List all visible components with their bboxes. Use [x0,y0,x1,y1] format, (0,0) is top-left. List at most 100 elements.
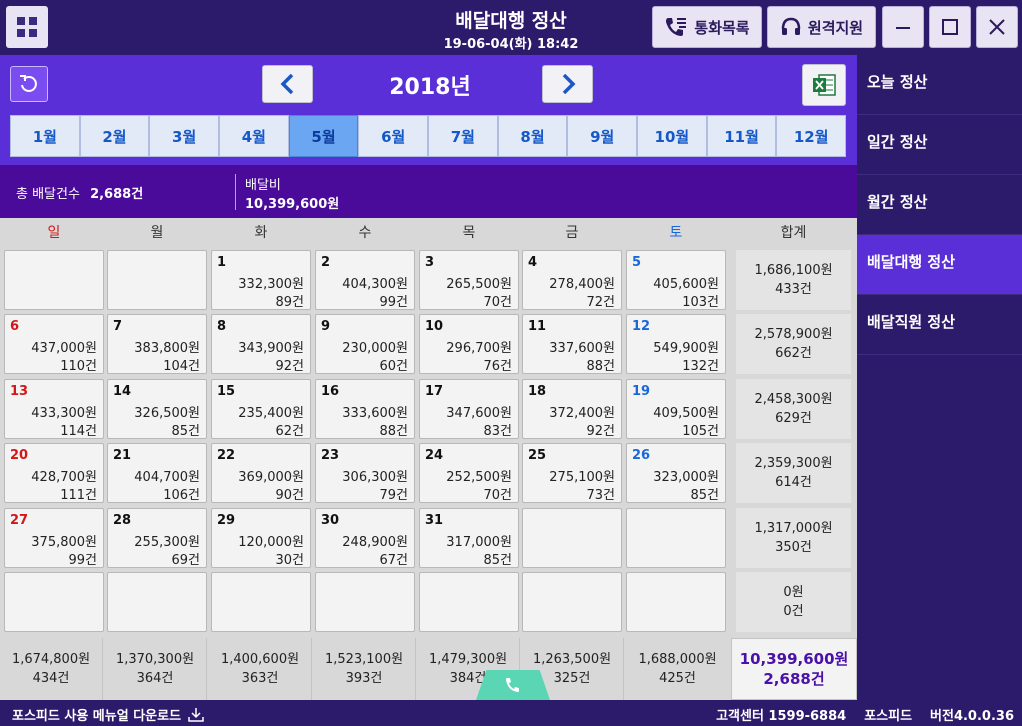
day-number: 18 [528,384,547,399]
total-deliveries: 총 배달건수 2,688건 [16,183,143,202]
calendar-empty-cell [626,508,726,568]
month-tab-1[interactable]: 1월 [10,115,80,157]
calendar-day-cell[interactable]: 19 409,500원 105건 [626,379,726,439]
weekday-header-3: 수 [358,225,372,241]
calendar-day-cell[interactable]: 27 375,800원 99건 [4,508,104,568]
calendar-day-cell[interactable]: 6 437,000원 110건 [4,314,104,374]
calendar-empty-cell [211,572,311,632]
calendar-day-cell[interactable]: 22 369,000원 90건 [211,443,311,503]
calendar-empty-cell [107,250,207,310]
calendar-day-cell[interactable]: 30 248,900원 67건 [315,508,415,568]
month-tab-3[interactable]: 3월 [149,115,220,157]
calendar-day-cell[interactable]: 9 230,000원 60건 [315,314,415,374]
prev-year-button[interactable] [262,65,313,103]
calendar-day-cell[interactable]: 17 347,600원 83건 [419,379,519,439]
calendar-day-cell[interactable]: 20 428,700원 111건 [4,443,104,503]
sidebar-item-daily[interactable]: 일간 정산 [857,115,1022,175]
next-year-button[interactable] [542,65,593,103]
sidebar-item-monthly[interactable]: 월간 정산 [857,175,1022,235]
week-total-amount: 2,359,300원 [754,456,833,471]
calendar-day-cell[interactable]: 26 323,000원 85건 [626,443,726,503]
month-tab-9[interactable]: 9월 [567,115,638,157]
close-button[interactable] [976,6,1018,48]
weekday-header-6: 토 [669,225,683,241]
summary-bar: 총 배달건수 2,688건 배달비 10,399,600원 [0,165,857,218]
phone-list-icon [666,18,687,36]
day-count: 73건 [586,488,615,503]
calendar-day-cell[interactable]: 16 333,600원 88건 [315,379,415,439]
calendar-day-cell[interactable]: 5 405,600원 103건 [626,250,726,310]
day-count: 88건 [586,359,615,374]
weekday-total-count: 425건 [659,671,696,686]
calendar-day-cell[interactable]: 10 296,700원 76건 [419,314,519,374]
weekday-total-amount: 1,688,000원 [638,652,717,667]
calendar-empty-cell [4,250,104,310]
month-tab-8[interactable]: 8월 [497,115,568,157]
calendar-day-cell[interactable]: 8 343,900원 92건 [211,314,311,374]
calendar-day-cell[interactable]: 1 332,300원 89건 [211,250,311,310]
call-log-button[interactable]: 통화목록 [652,6,762,48]
day-number: 14 [113,384,132,399]
week-total-count: 662건 [775,346,812,361]
weekday-header-2: 화 [254,225,268,241]
excel-export-button[interactable] [802,64,846,106]
sidebar-item-delivery-agency[interactable]: 배달대행 정산 [857,235,1022,295]
settlement-sidebar: 오늘 정산 일간 정산 월간 정산 배달대행 정산 배달직원 정산 [857,55,1022,700]
calendar-day-cell[interactable]: 11 337,600원 88건 [522,314,622,374]
calendar-day-cell[interactable]: 12 549,900원 132건 [626,314,726,374]
sidebar-item-today[interactable]: 오늘 정산 [857,55,1022,115]
calendar-day-cell[interactable]: 29 120,000원 30건 [211,508,311,568]
day-amount: 252,500원 [446,470,512,485]
day-amount: 326,500원 [134,406,200,421]
sidebar-item-delivery-staff[interactable]: 배달직원 정산 [857,295,1022,355]
manual-download-link[interactable]: 포스피드 사용 메뉴얼 다운로드 [12,705,205,724]
refresh-button[interactable] [10,66,48,102]
day-number: 1 [217,255,227,270]
remote-support-label: 원격지원 [807,18,864,37]
day-count: 85건 [690,488,719,503]
month-tab-6[interactable]: 6월 [358,115,429,157]
calendar-day-cell[interactable]: 7 383,800원 104건 [107,314,207,374]
calendar-day-cell[interactable]: 13 433,300원 114건 [4,379,104,439]
calendar-day-cell[interactable]: 15 235,400원 62건 [211,379,311,439]
month-tab-12[interactable]: 12월 [776,115,847,157]
calendar-day-cell[interactable]: 31 317,000원 85건 [419,508,519,568]
year-label: 2018년 [389,75,471,100]
calendar-day-cell[interactable]: 3 265,500원 70건 [419,250,519,310]
phone-tab-button[interactable] [476,670,550,700]
calendar-day-cell[interactable]: 23 306,300원 79건 [315,443,415,503]
day-number: 26 [632,448,651,463]
remote-support-button[interactable]: 원격지원 [767,6,876,48]
calendar-day-cell[interactable]: 4 278,400원 72건 [522,250,622,310]
day-number: 16 [321,384,340,399]
month-tab-10[interactable]: 10월 [637,115,707,157]
calendar-empty-cell [107,572,207,632]
calendar-day-cell[interactable]: 28 255,300원 69건 [107,508,207,568]
month-tab-7[interactable]: 7월 [428,115,498,157]
day-number: 28 [113,513,132,528]
minimize-button[interactable] [882,6,924,48]
day-amount: 323,000원 [653,470,719,485]
calendar-day-cell[interactable]: 2 404,300원 99건 [315,250,415,310]
apps-menu-button[interactable] [6,6,48,48]
calendar-day-cell[interactable]: 14 326,500원 85건 [107,379,207,439]
month-tab-4[interactable]: 4월 [219,115,289,157]
day-count: 92건 [275,359,304,374]
maximize-button[interactable] [929,6,971,48]
calendar-day-cell[interactable]: 25 275,100원 73건 [522,443,622,503]
week-total: 1,317,000원 350건 [736,508,851,568]
day-count: 70건 [483,488,512,503]
month-tab-11[interactable]: 11월 [706,115,777,157]
day-count: 70건 [483,295,512,310]
day-amount: 120,000원 [238,535,304,550]
calendar-day-cell[interactable]: 21 404,700원 106건 [107,443,207,503]
excel-icon [813,74,836,96]
calendar-day-cell[interactable]: 18 372,400원 92건 [522,379,622,439]
summary-divider [235,174,236,210]
month-tab-2[interactable]: 2월 [79,115,150,157]
day-number: 12 [632,319,651,334]
day-count: 69건 [171,553,200,568]
month-tab-5[interactable]: 5월 [288,115,359,157]
calendar-day-cell[interactable]: 24 252,500원 70건 [419,443,519,503]
week-total-count: 629건 [775,411,812,426]
